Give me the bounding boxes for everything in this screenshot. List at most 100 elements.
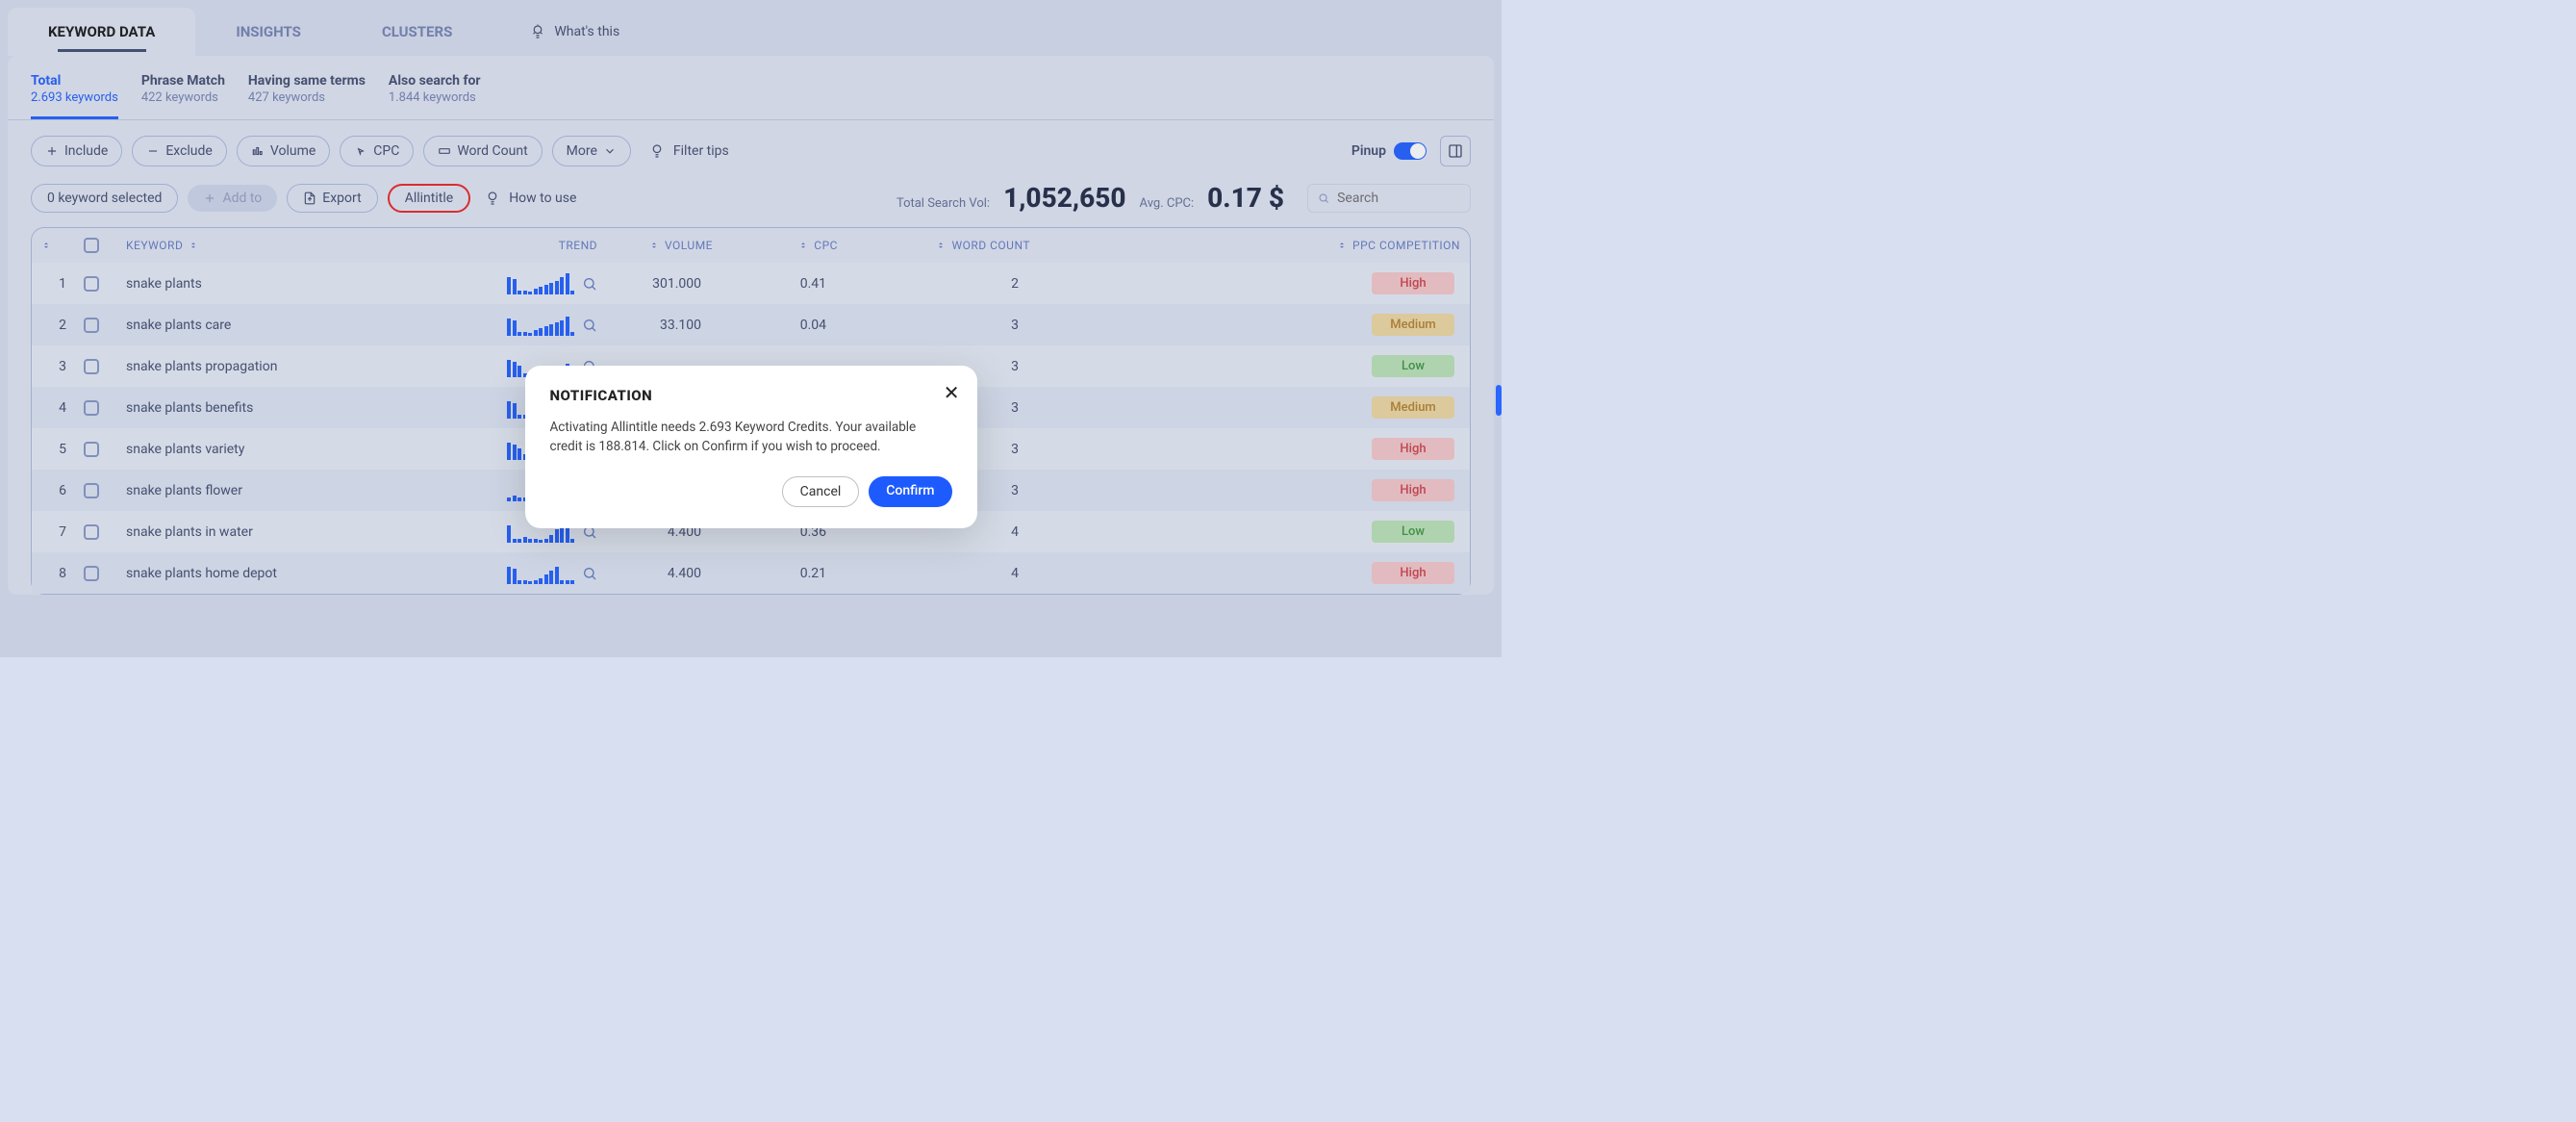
modal-title: NOTIFICATION [550, 387, 952, 404]
col-ppc[interactable]: PPC COMPETITION [1030, 239, 1460, 252]
table-row: 2 snake plants care 33.100 0.04 3 Medium [32, 304, 1470, 345]
col-trend: TREND [443, 239, 597, 252]
plus-icon [45, 144, 59, 158]
col-keyword[interactable]: KEYWORD [126, 239, 443, 252]
col-volume[interactable]: VOLUME [597, 239, 713, 252]
row-checkbox[interactable] [84, 359, 99, 374]
bulb-icon [484, 190, 501, 207]
add-to-label: Add to [222, 191, 262, 206]
ppc-badge: Low [1372, 355, 1454, 377]
close-icon[interactable]: ✕ [944, 383, 960, 402]
tab-keyword-data[interactable]: KEYWORD DATA [8, 8, 195, 56]
sub-tab-1[interactable]: Phrase Match422 keywords [141, 73, 225, 119]
include-label: Include [64, 143, 108, 159]
allintitle-button[interactable]: Allintitle [388, 184, 470, 213]
export-label: Export [322, 191, 361, 206]
row-checkbox[interactable] [84, 318, 99, 333]
sub-tab-title: Also search for [389, 73, 481, 89]
row-checkbox[interactable] [84, 276, 99, 292]
keyboard-icon [438, 144, 451, 158]
keyword-cell: snake plants flower [126, 483, 443, 498]
whats-this-link[interactable]: What's this [529, 23, 619, 40]
keyword-cell: snake plants in water [126, 524, 443, 540]
word-count-cell: 3 [838, 318, 1030, 333]
col-word-count[interactable]: WORD COUNT [838, 239, 1030, 252]
avg-cpc-label: Avg. CPC: [1140, 196, 1195, 211]
exclude-label: Exclude [165, 143, 213, 159]
volume-cell: 301.000 [597, 276, 713, 292]
volume-cell: 4.400 [597, 566, 713, 581]
sub-tab-2[interactable]: Having same terms427 keywords [248, 73, 366, 119]
row-number: 7 [41, 524, 84, 540]
how-to-use-link[interactable]: How to use [484, 190, 576, 207]
row-checkbox[interactable] [84, 524, 99, 540]
export-button[interactable]: Export [287, 184, 377, 213]
search-icon[interactable] [582, 318, 597, 333]
scrollbar-handle[interactable] [1496, 385, 1502, 416]
sort-icon [649, 241, 659, 250]
ppc-badge: High [1372, 562, 1454, 584]
keyword-cell: snake plants [126, 276, 443, 292]
col-cpc[interactable]: CPC [713, 239, 838, 252]
search-icon[interactable] [582, 566, 597, 581]
row-number: 3 [41, 359, 84, 374]
layout-icon [1448, 143, 1463, 159]
ppc-badge: High [1372, 272, 1454, 294]
search-icon [1318, 191, 1329, 205]
sub-tab-sub: 422 keywords [141, 90, 225, 105]
sub-tab-0[interactable]: Total2.693 keywords [31, 73, 118, 119]
cpc-cell: 0.04 [713, 318, 838, 333]
row-checkbox[interactable] [84, 483, 99, 498]
more-button[interactable]: More [552, 136, 631, 166]
add-to-button: Add to [188, 185, 277, 212]
export-icon [303, 191, 316, 205]
word-count-button[interactable]: Word Count [423, 136, 542, 166]
sub-tab-3[interactable]: Also search for1.844 keywords [389, 73, 481, 119]
bulb-icon [648, 142, 666, 160]
cancel-button[interactable]: Cancel [782, 476, 860, 507]
sub-tab-title: Having same terms [248, 73, 366, 89]
keyword-cell: snake plants benefits [126, 400, 443, 416]
row-number: 5 [41, 442, 84, 457]
word-count-label: Word Count [457, 143, 527, 159]
tab-clusters[interactable]: CLUSTERS [341, 8, 492, 56]
bulb-icon [529, 23, 546, 40]
ppc-badge: High [1372, 479, 1454, 501]
sub-tabs: Total2.693 keywords Phrase Match422 keywo… [8, 60, 1494, 120]
filter-tips-link[interactable]: Filter tips [648, 142, 729, 160]
word-count-cell: 4 [838, 566, 1030, 581]
row-number: 2 [41, 318, 84, 333]
sort-icon [1337, 241, 1347, 250]
confirm-button[interactable]: Confirm [869, 476, 951, 507]
include-button[interactable]: Include [31, 136, 122, 166]
row-checkbox[interactable] [84, 566, 99, 581]
search-icon[interactable] [582, 276, 597, 292]
table-row: 1 snake plants 301.000 0.41 2 High [32, 263, 1470, 304]
search-input[interactable] [1337, 191, 1460, 206]
row-number: 6 [41, 483, 84, 498]
search-input-wrap[interactable] [1307, 184, 1471, 213]
avg-cpc-value: 0.17 $ [1207, 182, 1284, 214]
exclude-button[interactable]: Exclude [132, 136, 227, 166]
keyword-cell: snake plants care [126, 318, 443, 333]
layout-button[interactable] [1440, 136, 1471, 166]
sort-icon [936, 241, 946, 250]
cpc-cell: 0.21 [713, 566, 838, 581]
ppc-badge: Medium [1372, 396, 1454, 419]
pinup-toggle[interactable] [1394, 142, 1427, 160]
row-checkbox[interactable] [84, 442, 99, 457]
select-all-checkbox[interactable] [84, 238, 99, 253]
row-checkbox[interactable] [84, 400, 99, 416]
total-vol-value: 1,052,650 [1003, 182, 1125, 214]
volume-cell: 33.100 [597, 318, 713, 333]
sort-icon[interactable] [41, 241, 51, 250]
total-vol-label: Total Search Vol: [897, 196, 990, 211]
cpc-cell: 0.41 [713, 276, 838, 292]
sort-icon [798, 241, 808, 250]
volume-label: Volume [270, 143, 316, 159]
sub-tab-sub: 2.693 keywords [31, 90, 118, 105]
volume-button[interactable]: Volume [237, 136, 330, 166]
selected-count: 0 keyword selected [31, 184, 178, 213]
tab-insights[interactable]: INSIGHTS [195, 8, 341, 56]
cpc-button[interactable]: CPC [340, 136, 414, 166]
